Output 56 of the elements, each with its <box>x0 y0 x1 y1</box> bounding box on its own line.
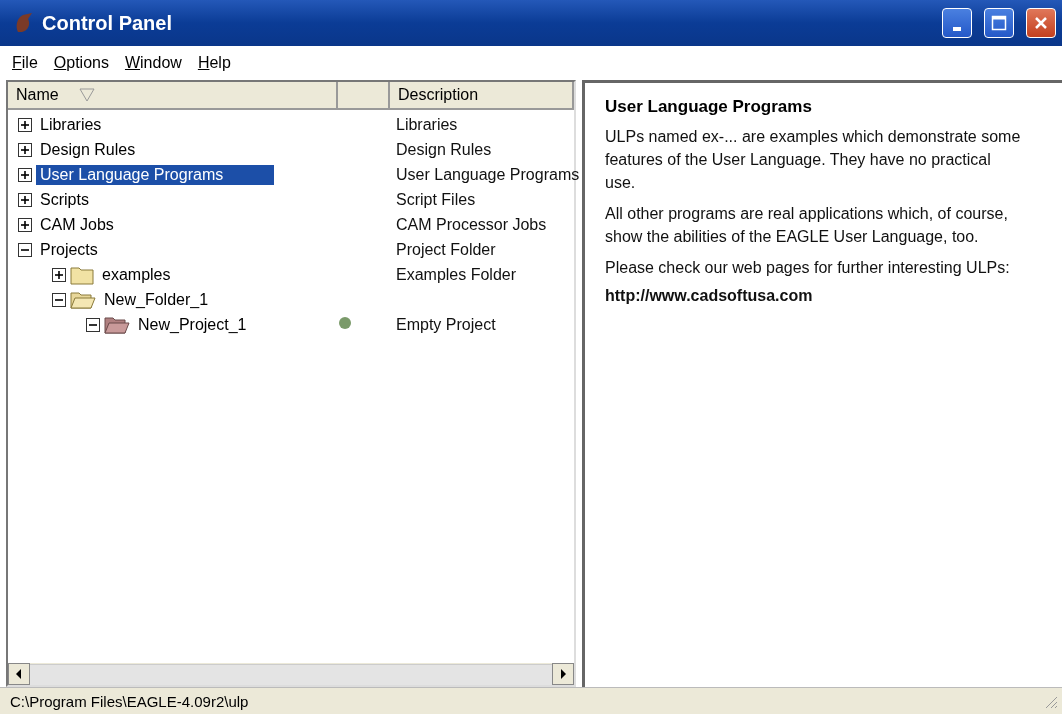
menu-item[interactable]: File <box>12 54 38 72</box>
detail-paragraph: Please check our web pages for further interesting ULPs: <box>605 258 1011 278</box>
description-text: User Language Programs <box>395 165 580 184</box>
close-button[interactable] <box>1026 8 1056 38</box>
scroll-left-button[interactable] <box>8 663 30 685</box>
column-header[interactable]: Description <box>390 82 574 110</box>
expand-icon[interactable] <box>18 142 32 157</box>
horizontal-scrollbar[interactable] <box>8 663 574 685</box>
description-text: Project Folder <box>395 240 497 259</box>
scroll-right-button[interactable] <box>552 663 574 685</box>
maximize-button[interactable] <box>984 8 1014 38</box>
window-title: Control Panel <box>42 11 173 35</box>
detail-paragraph: ULPs named ex-... are examples which demonstrate some features of the User Language. They have no practical use. <box>605 127 1022 193</box>
app-icon <box>14 12 34 34</box>
left-arrow-icon <box>15 669 23 679</box>
detail-title: User Language Programs <box>605 97 813 117</box>
tree-item[interactable]: Libraries <box>36 114 106 135</box>
tree-item[interactable]: Scripts <box>36 189 93 210</box>
description-text: CAM Processor Jobs <box>395 215 548 234</box>
sort-arrow-icon <box>78 88 95 102</box>
tree-item[interactable]: CAM Jobs <box>36 214 118 235</box>
menu-item[interactable]: Help <box>197 54 231 72</box>
project-folder-icon <box>104 314 130 335</box>
tree-item[interactable]: New_Project_1 <box>134 314 251 335</box>
collapse-icon[interactable] <box>52 292 66 307</box>
right-arrow-icon <box>559 669 567 679</box>
expand-icon[interactable] <box>18 217 32 232</box>
minimize-button[interactable] <box>942 8 972 38</box>
collapse-icon[interactable] <box>86 317 100 332</box>
description-text: Libraries <box>395 115 459 134</box>
description-text: Script Files <box>395 190 477 209</box>
description-text: Empty Project <box>395 315 497 334</box>
close-icon <box>1033 15 1049 31</box>
website-link[interactable]: http://www.cadsoftusa.com <box>605 287 1042 305</box>
tree-item[interactable]: Design Rules <box>36 139 140 160</box>
tree-item[interactable]: Projects <box>36 239 102 260</box>
menu-item[interactable]: Window <box>124 54 182 72</box>
description-text: Examples Folder <box>395 265 518 284</box>
description-text: Design Rules <box>395 140 493 159</box>
maximize-icon <box>991 15 1007 31</box>
tree-item[interactable]: New_Folder_1 <box>100 289 213 310</box>
tree-item[interactable]: examples <box>98 264 175 285</box>
expand-icon[interactable] <box>52 267 66 282</box>
column-header[interactable]: Name <box>8 82 338 110</box>
menu-item[interactable]: Options <box>53 54 109 72</box>
collapse-icon[interactable] <box>18 242 32 257</box>
detail-paragraph: All other programs are real applications which, of course, show the abilities of the EAGLE User Language, too. <box>605 204 1009 247</box>
status-dot-icon <box>338 315 352 330</box>
expand-icon[interactable] <box>18 117 32 132</box>
folder-icon <box>70 289 96 310</box>
expand-icon[interactable] <box>18 192 32 207</box>
tree-item[interactable]: User Language Programs <box>36 164 274 185</box>
minimize-icon <box>953 27 961 31</box>
expand-icon[interactable] <box>18 167 32 182</box>
status-text: C:\Program Files\EAGLE-4.09r2\ulp <box>10 692 249 710</box>
folder-icon <box>70 264 94 285</box>
